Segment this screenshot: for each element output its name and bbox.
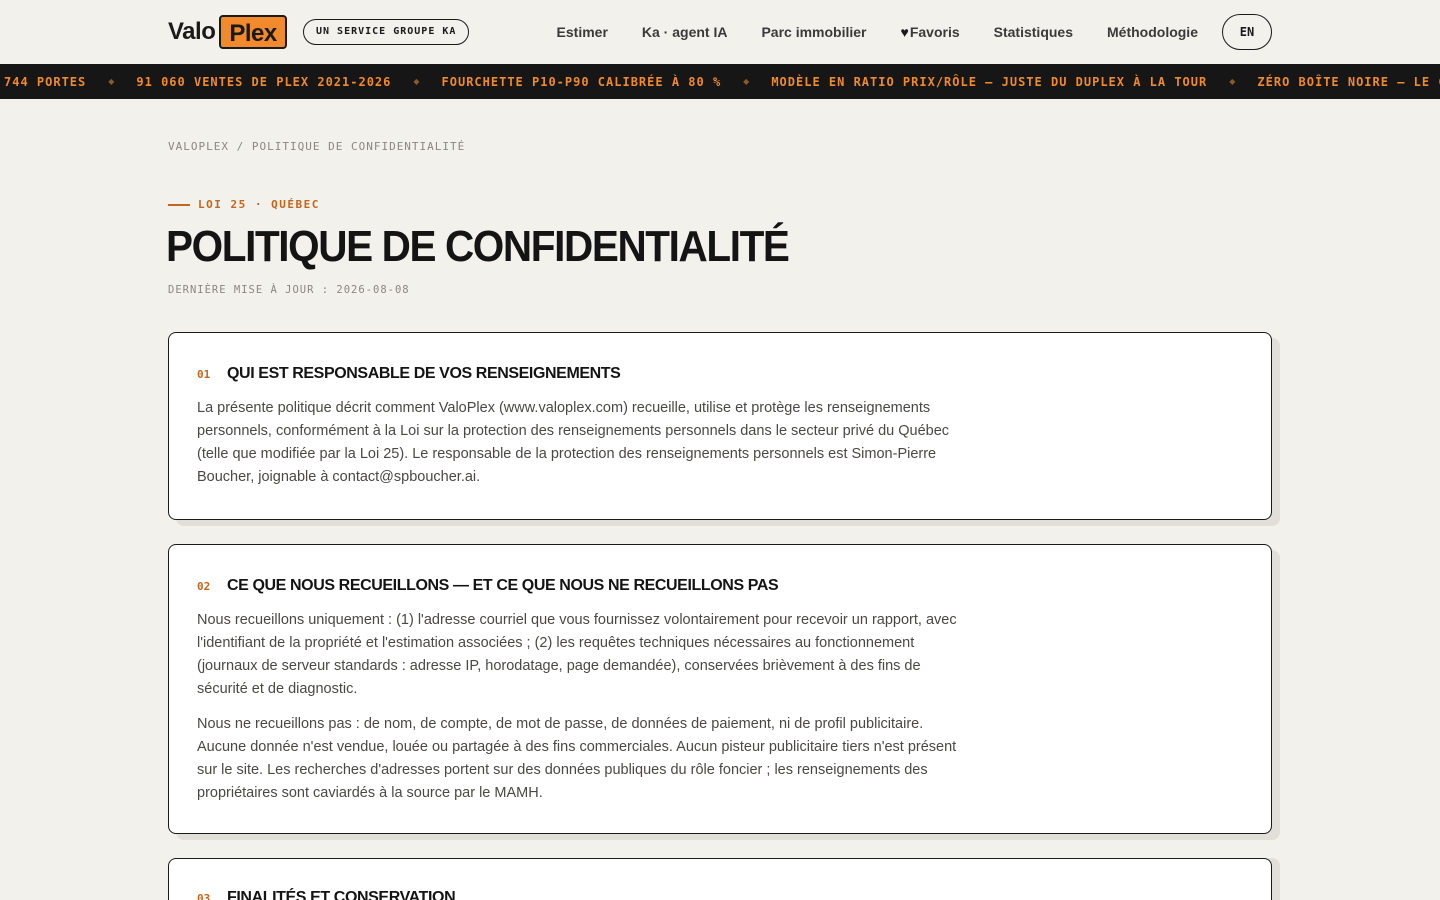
breadcrumb-home-link[interactable]: VALOPLEX [168,140,229,153]
section-number: 01 [197,368,211,381]
breadcrumb-separator: / [236,140,245,153]
page-eyebrow: LOI 25 · QUÉBEC [168,198,320,211]
logo-text-plex: Plex [219,15,287,49]
logo-text-valo: Valo [168,18,216,45]
breadcrumb: VALOPLEX / POLITIQUE DE CONFIDENTIALITÉ [168,140,465,153]
section-title: FINALITÉS ET CONSERVATION [227,889,456,900]
ticker-item: 744 PORTES [4,74,87,89]
section-title: QUI EST RESPONSABLE DE VOS RENSEIGNEMENT… [227,365,621,382]
section-paragraph: La présente politique décrit comment Val… [197,400,950,485]
section-title: CE QUE NOUS RECUEILLONS — ET CE QUE NOUS… [227,577,779,594]
page-title: POLITIQUE DE CONFIDENTIALITÉ [166,222,790,271]
valoplex-logo[interactable]: Valo Plex [168,15,287,49]
site-header: Valo Plex UN SERVICE GROUPE KA Estimer K… [0,0,1440,64]
nav-methodologie[interactable]: Méthodologie [1107,24,1198,40]
section-header: 02 CE QUE NOUS RECUEILLONS — ET CE QUE N… [197,577,1243,595]
stats-ticker: 744 PORTES ◆ 91 060 VENTES DE PLEX 2021-… [0,64,1440,99]
section-paragraph: Nous ne recueillons pas : de nom, de com… [197,716,957,801]
section-number: 02 [197,580,211,593]
section-header: 03 FINALITÉS ET CONSERVATION [197,889,1243,900]
main-nav: Estimer Ka · agent IA Parc immobilier ♥F… [557,14,1272,50]
last-updated: DERNIÈRE MISE À JOUR : 2026-08-08 [168,284,410,296]
section-paragraph: Nous recueillons uniquement : (1) l'adre… [197,612,957,697]
ticker-item: MODÈLE EN RATIO PRIX/RÔLE — JUSTE DU DUP… [771,74,1208,89]
diamond-icon: ◆ [108,77,115,86]
section-header: 01 QUI EST RESPONSABLE DE VOS RENSEIGNEM… [197,365,1243,383]
diamond-icon: ◆ [1229,77,1236,86]
ticker-item: 91 060 VENTES DE PLEX 2021-2026 [136,74,392,89]
diamond-icon: ◆ [743,77,750,86]
nav-ka-agent[interactable]: Ka · agent IA [642,24,728,40]
nav-estimer[interactable]: Estimer [557,24,608,40]
policy-section-card: 02 CE QUE NOUS RECUEILLONS — ET CE QUE N… [168,544,1272,834]
nav-favoris[interactable]: ♥Favoris [901,24,960,40]
breadcrumb-current: POLITIQUE DE CONFIDENTIALITÉ [251,140,466,153]
policy-section-card: 01 QUI EST RESPONSABLE DE VOS RENSEIGNEM… [168,332,1272,520]
ticker-item: ZÉRO BOÎTE NOIRE — LE CAL [1257,74,1440,89]
ticker-item: FOURCHETTE P10-P90 CALIBRÉE À 80 % [441,74,722,89]
nav-favoris-label: Favoris [909,24,960,40]
nav-parc-immobilier[interactable]: Parc immobilier [761,24,866,40]
ticker-track: 744 PORTES ◆ 91 060 VENTES DE PLEX 2021-… [4,64,1440,99]
eyebrow-line [168,203,190,206]
section-number: 03 [197,892,211,900]
eyebrow-text: LOI 25 · QUÉBEC [198,198,320,211]
nav-statistiques[interactable]: Statistiques [994,24,1073,40]
diamond-icon: ◆ [413,77,420,86]
service-badge[interactable]: UN SERVICE GROUPE KA [303,19,470,45]
language-toggle-button[interactable]: EN [1222,14,1272,50]
policy-section-card: 03 FINALITÉS ET CONSERVATION [168,858,1272,900]
heart-icon: ♥ [900,24,909,40]
